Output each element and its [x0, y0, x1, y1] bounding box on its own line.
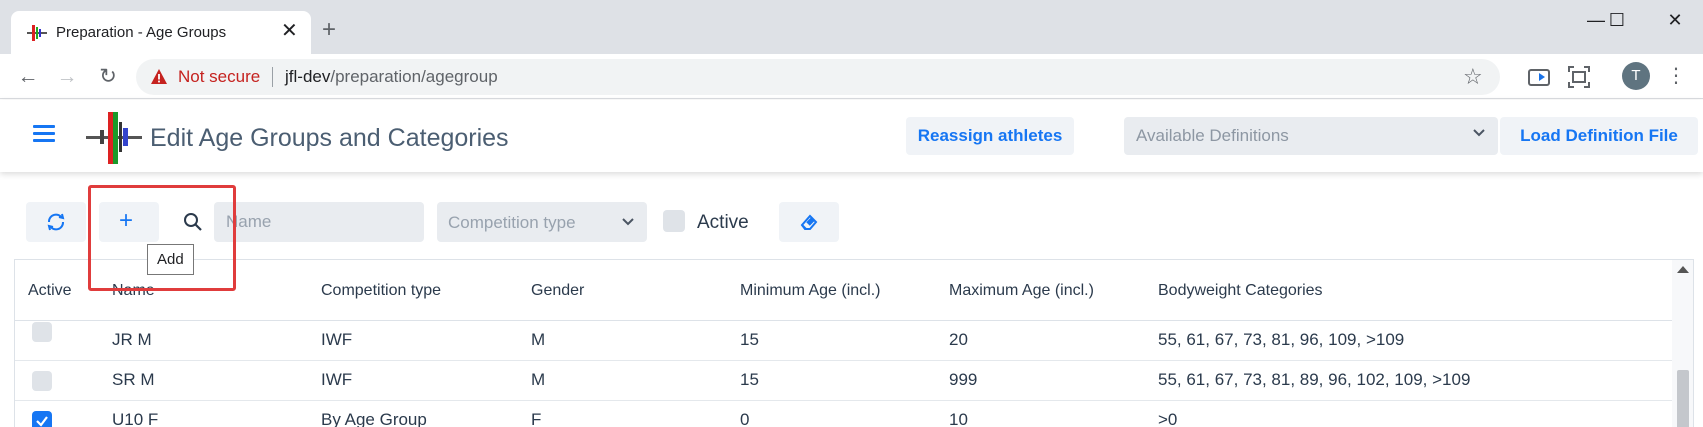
url-text: jfl-dev/preparation/agegroup: [285, 67, 498, 87]
column-header-max-age[interactable]: Maximum Age (incl.): [949, 282, 1094, 300]
table-row[interactable]: JR M IWF M 15 20 55, 61, 67, 73, 81, 96,…: [15, 321, 1672, 361]
cell-name: U10 F: [112, 410, 159, 427]
table-row[interactable]: SR M IWF M 15 999 55, 61, 67, 73, 81, 89…: [15, 361, 1672, 401]
active-filter-checkbox[interactable]: [663, 210, 685, 232]
scroll-thumb[interactable]: [1677, 370, 1689, 427]
reassign-athletes-button[interactable]: Reassign athletes: [906, 117, 1074, 155]
cell-gender: M: [531, 370, 546, 389]
cell-min-age: 15: [740, 370, 759, 389]
window-close-icon[interactable]: ✕: [1655, 8, 1695, 32]
back-arrow-icon[interactable]: ←: [14, 63, 42, 91]
highlight-annotation: [88, 185, 236, 291]
cell-gender: F: [531, 410, 542, 427]
cell-gender: M: [531, 330, 546, 349]
security-label[interactable]: Not secure: [178, 67, 260, 87]
grid-header: Active Name Competition type Gender Mini…: [15, 260, 1672, 321]
hamburger-menu-icon[interactable]: [33, 125, 55, 143]
browser-menu-icon[interactable]: ⋮: [1666, 62, 1686, 90]
cell-bodyweight-categories: >0: [1158, 410, 1178, 427]
tab-close-icon[interactable]: ✕: [281, 19, 298, 43]
cell-competition-type: By Age Group: [321, 410, 427, 427]
reload-icon[interactable]: ↻: [94, 63, 122, 91]
window-maximize-icon[interactable]: ☐: [1597, 8, 1637, 32]
scroll-up-arrow-icon[interactable]: [1677, 266, 1689, 273]
competition-type-select[interactable]: Competition type: [437, 202, 647, 242]
tab-title: Preparation - Age Groups: [56, 24, 227, 41]
bookmark-star-icon[interactable]: ☆: [1463, 64, 1483, 90]
refresh-button[interactable]: [26, 202, 86, 242]
cell-max-age: 10: [949, 410, 968, 427]
refresh-icon: [47, 213, 65, 231]
clear-filters-button[interactable]: [779, 202, 839, 242]
chevron-down-icon: [622, 218, 634, 226]
address-bar[interactable]: Not secure jfl-dev/preparation/agegroup …: [136, 59, 1500, 95]
warning-icon: [151, 69, 167, 84]
eraser-icon: [800, 214, 818, 230]
column-header-min-age[interactable]: Minimum Age (incl.): [740, 282, 880, 300]
cell-name: JR M: [112, 330, 152, 349]
column-header-active[interactable]: Active: [28, 282, 72, 300]
app-logo: [86, 112, 142, 164]
definitions-placeholder: Available Definitions: [1136, 126, 1289, 145]
profile-avatar[interactable]: T: [1622, 62, 1650, 90]
row-active-checkbox[interactable]: [32, 371, 52, 391]
page-title: Edit Age Groups and Categories: [150, 124, 509, 152]
omnibox-divider: [272, 67, 273, 87]
chevron-down-icon: [1473, 129, 1485, 137]
cell-bodyweight-categories: 55, 61, 67, 73, 81, 89, 96, 102, 109, >1…: [1158, 370, 1471, 389]
table-row[interactable]: U10 F By Age Group F 0 10 >0: [15, 401, 1672, 427]
grid-scrollbar[interactable]: [1672, 260, 1693, 427]
name-filter-input[interactable]: [214, 202, 424, 242]
app-favicon-icon: [27, 25, 47, 41]
cell-min-age: 15: [740, 330, 759, 349]
extension-icon[interactable]: [1525, 63, 1553, 91]
browser-toolbar: ← → ↻ Not secure jfl-dev/preparation/age…: [0, 54, 1703, 99]
active-filter-label: Active: [697, 212, 749, 233]
screenshot-icon[interactable]: [1565, 63, 1593, 91]
new-tab-icon[interactable]: +: [322, 18, 336, 42]
row-active-checkbox[interactable]: [32, 411, 52, 427]
cell-competition-type: IWF: [321, 370, 353, 389]
cell-name: SR M: [112, 370, 155, 389]
cell-max-age: 999: [949, 370, 978, 389]
browser-tabstrip: Preparation - Age Groups ✕ + — ☐ ✕: [0, 0, 1703, 54]
cell-bodyweight-categories: 55, 61, 67, 73, 81, 96, 109, >109: [1158, 330, 1405, 349]
cell-min-age: 0: [740, 410, 750, 427]
age-groups-grid: Active Name Competition type Gender Mini…: [14, 259, 1694, 427]
cell-max-age: 20: [949, 330, 968, 349]
cell-competition-type: IWF: [321, 330, 353, 349]
column-header-bodyweight-categories[interactable]: Bodyweight Categories: [1158, 282, 1323, 300]
load-definition-file-button[interactable]: Load Definition File: [1500, 117, 1698, 155]
row-active-checkbox[interactable]: [32, 322, 52, 342]
browser-tab[interactable]: Preparation - Age Groups ✕: [11, 11, 311, 54]
available-definitions-select[interactable]: Available Definitions: [1124, 117, 1498, 155]
column-header-competition-type[interactable]: Competition type: [321, 282, 441, 300]
forward-arrow-icon[interactable]: →: [53, 63, 81, 91]
url-host: jfl-dev: [285, 67, 331, 86]
url-path: /preparation/agegroup: [330, 67, 498, 86]
checkmark-icon: [36, 416, 48, 427]
competition-type-placeholder: Competition type: [448, 213, 576, 232]
column-header-gender[interactable]: Gender: [531, 282, 584, 300]
